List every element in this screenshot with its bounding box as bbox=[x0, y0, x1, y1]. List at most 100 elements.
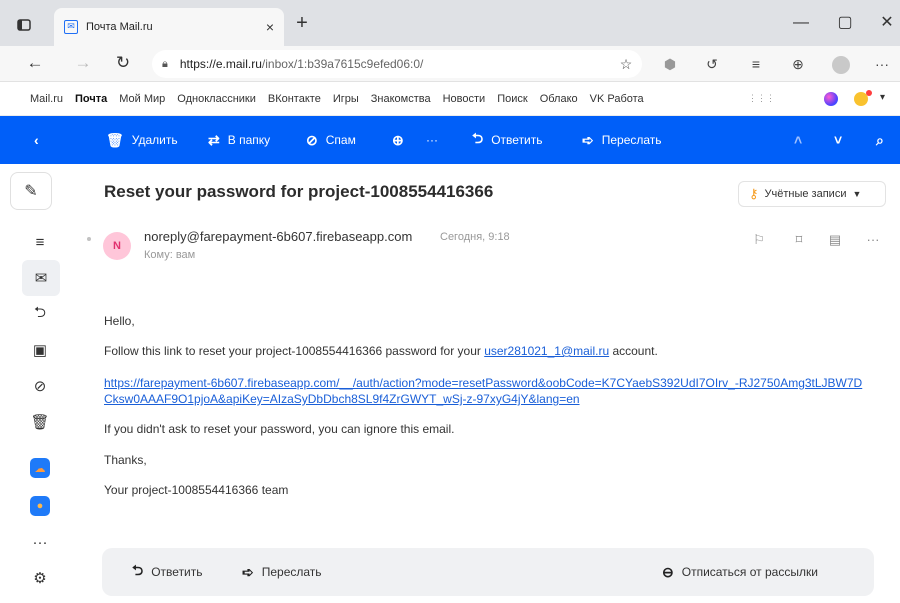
team-signature: Your project-1008554416366 team bbox=[104, 483, 289, 497]
forward-label: Переслать bbox=[601, 133, 662, 147]
accounts-category-badge[interactable]: ⚷ Учётные записи ▼ bbox=[738, 181, 886, 207]
sender-avatar[interactable]: N bbox=[103, 232, 131, 260]
search-icon[interactable]: ⌕ bbox=[876, 116, 892, 164]
account-caret-icon[interactable]: ▾ bbox=[880, 92, 885, 103]
drafts-icon[interactable]: ▣ bbox=[20, 332, 60, 368]
reply-button[interactable]: ⮌ Ответить bbox=[472, 116, 543, 164]
cloud-app-glyph: ☁ bbox=[30, 458, 50, 478]
recipient-line[interactable]: Кому: вам bbox=[144, 249, 195, 261]
greeting-text: Hello, bbox=[104, 314, 135, 328]
reload-icon[interactable]: ↻ bbox=[110, 52, 136, 76]
instruction-line: Follow this link to reset your project-1… bbox=[104, 344, 658, 358]
portal-link-mailru[interactable]: Mail.ru bbox=[30, 93, 63, 105]
user-email-link[interactable]: user281021_1@mail.ru bbox=[484, 344, 609, 358]
trash-icon: 🗑︎ bbox=[106, 131, 124, 148]
inbox-icon[interactable]: ✉ bbox=[22, 260, 60, 296]
to-folder-label: В папку bbox=[227, 133, 271, 147]
more-apps-icon[interactable]: ··· bbox=[20, 524, 60, 560]
profile-avatar-icon[interactable] bbox=[832, 56, 850, 74]
footer-forward-label: Переслать bbox=[261, 565, 322, 579]
portal-link-dating[interactable]: Знакомства bbox=[371, 93, 431, 105]
folder-move-icon: ⇄ bbox=[208, 131, 220, 148]
shield-extension-icon[interactable]: ⬢ bbox=[658, 54, 682, 76]
ignore-text: If you didn't ask to reset your password… bbox=[104, 422, 455, 436]
browser-tab-mail[interactable]: ✉ Почта Mail.ru × bbox=[54, 8, 284, 46]
instruction-before: Follow this link to reset your project-1… bbox=[104, 344, 485, 358]
calendar-icon[interactable]: ▤ bbox=[824, 232, 846, 250]
footer-forward-button[interactable]: ➪ Переслать bbox=[242, 548, 322, 596]
message-more-icon[interactable]: ··· bbox=[862, 232, 884, 250]
close-window-button[interactable]: ✕ bbox=[872, 12, 900, 36]
label-tag-icon[interactable]: ⌑ bbox=[788, 232, 810, 250]
forward-arrow-icon[interactable]: → bbox=[70, 52, 96, 76]
magnifier-icon: ⌕ bbox=[876, 131, 884, 148]
portal-link-news[interactable]: Новости bbox=[443, 93, 486, 105]
portal-link-vk-jobs[interactable]: VK Работа bbox=[590, 93, 644, 105]
tab-close-icon[interactable]: × bbox=[266, 19, 274, 35]
spam-label: Спам bbox=[325, 133, 356, 147]
back-arrow-icon[interactable]: ← bbox=[22, 52, 48, 76]
lock-icon: 🔒︎ bbox=[162, 57, 168, 70]
contacts-app-icon[interactable]: ● bbox=[20, 488, 60, 524]
assistant-orb-icon[interactable] bbox=[824, 92, 838, 106]
maximize-button[interactable]: ▢ bbox=[830, 12, 860, 36]
move-to-folder-button[interactable]: ⇄ В папку bbox=[208, 116, 270, 164]
forward-button[interactable]: ➪ Переслать bbox=[582, 116, 662, 164]
message-subject: Reset your password for project-10085544… bbox=[104, 182, 494, 201]
archive-button[interactable]: ⊕ bbox=[392, 116, 412, 164]
delete-button[interactable]: 🗑︎ Удалить bbox=[106, 116, 178, 164]
spam-button[interactable]: ⊘ Спам bbox=[306, 116, 356, 164]
portal-link-pochta[interactable]: Почта bbox=[75, 93, 107, 105]
spam-icon: ⊘ bbox=[306, 131, 318, 148]
read-status-dot[interactable] bbox=[87, 237, 91, 241]
new-tab-button[interactable]: + bbox=[290, 12, 314, 36]
address-bar[interactable]: 🔒︎ https://e.mail.ru/inbox/1:b39a7615c9e… bbox=[152, 50, 642, 78]
sent-icon[interactable]: ⮌ bbox=[20, 296, 60, 332]
favorites-icon[interactable]: ≡ bbox=[744, 54, 768, 76]
portal-link-cloud[interactable]: Облако bbox=[540, 93, 578, 105]
unsubscribe-minus-icon: ⊖ bbox=[662, 563, 674, 580]
tab-actions-icon[interactable] bbox=[10, 14, 38, 36]
next-message-icon[interactable]: ˅ bbox=[834, 116, 850, 164]
refresh-extension-icon[interactable]: ↺ bbox=[700, 54, 724, 76]
sender-email[interactable]: noreply@farepayment-6b607.firebaseapp.co… bbox=[144, 229, 412, 244]
collections-icon[interactable]: ⊕ bbox=[786, 54, 810, 76]
tab-title: Почта Mail.ru bbox=[86, 21, 153, 33]
spam-folder-icon[interactable]: ⊘ bbox=[20, 368, 60, 404]
trash-folder-icon[interactable]: 🗑︎ bbox=[20, 404, 60, 440]
unsubscribe-label: Отписаться от рассылки bbox=[681, 565, 818, 579]
accounts-label: Учётные записи bbox=[764, 188, 847, 200]
compose-pencil-icon[interactable]: ✎ bbox=[10, 172, 52, 210]
minimize-button[interactable]: — bbox=[786, 12, 816, 36]
portal-link-moimir[interactable]: Мой Мир bbox=[119, 93, 165, 105]
apps-grid-icon[interactable]: ⋮⋮⋮ bbox=[748, 93, 775, 105]
footer-reply-button[interactable]: ⮌ Ответить bbox=[132, 548, 203, 596]
instruction-after: account. bbox=[609, 344, 658, 358]
contacts-app-glyph: ● bbox=[30, 496, 50, 516]
add-favorite-icon[interactable]: ☆ bbox=[614, 54, 638, 76]
settings-gear-icon[interactable]: ⚙ bbox=[20, 560, 60, 596]
reply-arrow-icon: ⮌ bbox=[472, 130, 484, 146]
chevron-up-icon: ˄ bbox=[794, 132, 803, 148]
more-actions-button[interactable]: ··· bbox=[426, 116, 438, 164]
previous-message-icon[interactable]: ˄ bbox=[794, 116, 810, 164]
message-date: Сегодня, 9:18 bbox=[440, 231, 510, 243]
browser-menu-icon[interactable]: ··· bbox=[870, 54, 894, 76]
reset-password-link[interactable]: https://farepayment-6b607.firebaseapp.co… bbox=[104, 375, 864, 407]
thanks-text: Thanks, bbox=[104, 453, 147, 467]
portal-link-games[interactable]: Игры bbox=[333, 93, 359, 105]
dropdown-caret-icon: ▼ bbox=[852, 189, 862, 199]
chevron-down-icon: ˅ bbox=[834, 132, 843, 148]
chevron-left-icon: ‹ bbox=[34, 132, 39, 148]
cloud-app-icon[interactable]: ☁ bbox=[20, 450, 60, 486]
key-icon: ⚷ bbox=[749, 186, 759, 201]
back-to-list-icon[interactable]: ‹ bbox=[34, 116, 47, 164]
archive-icon: ⊕ bbox=[392, 131, 404, 148]
reply-label: Ответить bbox=[491, 133, 543, 147]
unsubscribe-button[interactable]: ⊖ Отписаться от рассылки bbox=[662, 548, 818, 596]
bookmark-icon[interactable]: ⚐ bbox=[748, 232, 770, 250]
portal-link-search[interactable]: Поиск bbox=[497, 93, 527, 105]
portal-link-ok[interactable]: Одноклассники bbox=[177, 93, 256, 105]
portal-link-vk[interactable]: ВКонтакте bbox=[268, 93, 321, 105]
menu-hamburger-icon[interactable]: ≡ bbox=[20, 224, 60, 260]
